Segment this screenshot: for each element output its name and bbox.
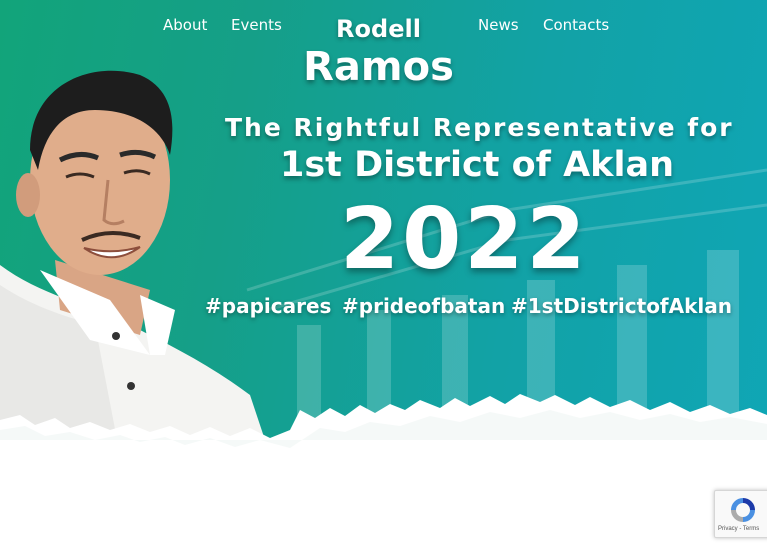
recaptcha-badge[interactable]: Privacy - Terms bbox=[714, 490, 767, 538]
hero-tagline: The Rightful Representative for bbox=[225, 113, 734, 142]
recaptcha-privacy-terms[interactable]: Privacy - Terms bbox=[718, 526, 759, 532]
hashtag-1stdistrictofaklan: #1stDistrictofAklan bbox=[511, 294, 733, 318]
hashtag-papicares: #papicares bbox=[205, 294, 332, 318]
hero-banner: About Events News Contacts Rodell Ramos bbox=[0, 0, 767, 547]
hashtag-prideofbatan: #prideofbatan bbox=[342, 294, 506, 318]
recaptcha-icon bbox=[731, 498, 755, 522]
torn-paper-divider bbox=[0, 394, 767, 547]
hero-district: 1st District of Aklan bbox=[280, 145, 674, 185]
brand-first-name: Rodell bbox=[336, 15, 421, 43]
hero-year: 2022 bbox=[340, 190, 589, 289]
